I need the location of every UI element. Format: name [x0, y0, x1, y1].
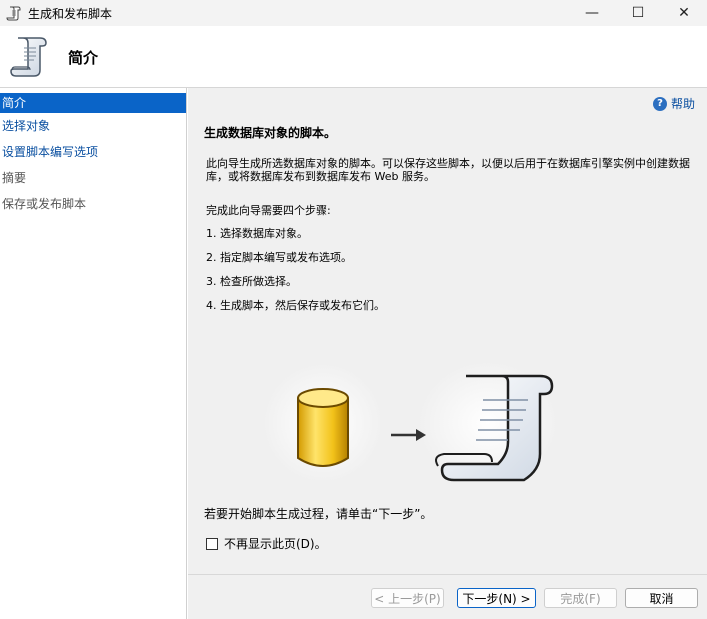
dont-show-label: 不再显示此页(D)。	[224, 537, 327, 551]
database-icon	[297, 388, 349, 467]
step-item: 2. 指定脚本编写或发布选项。	[206, 251, 352, 264]
wizard-steps-nav: 简介 选择对象 设置脚本编写选项 摘要 保存或发布脚本	[0, 88, 187, 619]
description-text: 此向导生成所选数据库对象的脚本。可以保存这些脚本，以便以后用于在数据库引擎实例中…	[206, 157, 690, 183]
minimize-button[interactable]: —	[569, 0, 615, 26]
help-label: 帮助	[670, 97, 695, 111]
script-scroll-icon	[10, 37, 47, 77]
page-header: 简介	[0, 26, 707, 88]
step-item: 3. 检查所做选择。	[206, 275, 297, 288]
divider	[188, 574, 707, 575]
main-panel: ? 帮助 生成数据库对象的脚本。 此向导生成所选数据库对象的脚本。可以保存这些脚…	[188, 88, 707, 619]
start-hint: 若要开始脚本生成过程，请单击“下一步”。	[204, 507, 433, 521]
steps-intro: 完成此向导需要四个步骤:	[206, 204, 331, 217]
nav-item-intro[interactable]: 简介	[0, 93, 186, 113]
content-title: 生成数据库对象的脚本。	[204, 126, 337, 140]
close-button[interactable]: ✕	[661, 0, 707, 26]
database-to-script-illustration	[263, 361, 558, 485]
help-icon: ?	[652, 96, 667, 111]
step-item: 1. 选择数据库对象。	[206, 227, 308, 240]
title-bar: 生成和发布脚本 — ☐ ✕	[0, 0, 707, 26]
nav-item-choose-objects[interactable]: 选择对象	[0, 113, 186, 139]
step-item: 4. 生成脚本，然后保存或发布它们。	[206, 299, 385, 312]
dont-show-checkbox[interactable]	[206, 537, 218, 550]
dont-show-checkbox-row[interactable]: 不再显示此页(D)。	[206, 535, 327, 552]
maximize-button[interactable]: ☐	[615, 0, 661, 26]
help-link[interactable]: ? 帮助	[652, 95, 695, 112]
nav-item-summary: 摘要	[2, 171, 27, 185]
nav-item-save-or-publish: 保存或发布脚本	[2, 197, 87, 211]
nav-item-scripting-options[interactable]: 设置脚本编写选项	[0, 139, 186, 165]
script-scroll-icon	[6, 6, 21, 21]
next-button[interactable]: 下一步(N) >	[457, 588, 536, 608]
button-bar: < 上一步(P) 下一步(N) > 完成(F) 取消	[188, 584, 707, 608]
window-title: 生成和发布脚本	[28, 6, 113, 21]
back-button[interactable]: < 上一步(P)	[371, 588, 444, 608]
finish-button[interactable]: 完成(F)	[544, 588, 617, 608]
page-title: 简介	[68, 49, 99, 67]
cancel-button[interactable]: 取消	[625, 588, 698, 608]
